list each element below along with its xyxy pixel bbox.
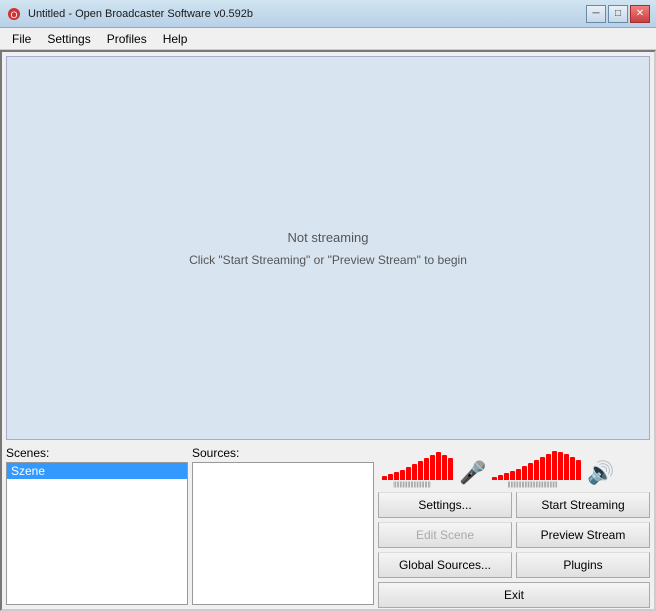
main-window: Not streaming Click "Start Streaming" or… xyxy=(0,50,656,611)
speaker-bars xyxy=(492,448,581,480)
maximize-button[interactable]: □ xyxy=(608,5,628,23)
menu-settings[interactable]: Settings xyxy=(39,28,98,49)
mic-meter: |||||||||||||||||||||||| xyxy=(382,448,453,488)
speaker-icon: 🔊 xyxy=(587,460,614,486)
menu-file[interactable]: File xyxy=(4,28,39,49)
exit-row: Exit xyxy=(378,582,650,608)
close-button[interactable]: ✕ xyxy=(630,5,650,23)
bottom-section: Scenes: Szene Sources: |||||||||||||||||… xyxy=(2,444,654,609)
menu-profiles[interactable]: Profiles xyxy=(99,28,155,49)
exit-button[interactable]: Exit xyxy=(378,582,650,608)
window-controls: ─ □ ✕ xyxy=(586,5,650,23)
scene-item-szene[interactable]: Szene xyxy=(7,463,187,479)
svg-text:O: O xyxy=(10,10,17,20)
scenes-panel: Scenes: Szene xyxy=(6,446,188,605)
menu-bar: File Settings Profiles Help xyxy=(0,28,656,50)
speaker-meter: |||||||||||||||||||||||||||||||| xyxy=(492,448,581,488)
title-bar: O Untitled - Open Broadcaster Software v… xyxy=(0,0,656,28)
mic-bars xyxy=(382,448,453,480)
preview-stream-button[interactable]: Preview Stream xyxy=(516,522,650,548)
streaming-hint: Click "Start Streaming" or "Preview Stre… xyxy=(189,253,467,267)
buttons-row-2: Edit Scene Preview Stream xyxy=(378,522,650,548)
preview-area: Not streaming Click "Start Streaming" or… xyxy=(6,56,650,440)
sources-label: Sources: xyxy=(192,446,374,460)
scenes-listbox[interactable]: Szene xyxy=(6,462,188,605)
start-streaming-button[interactable]: Start Streaming xyxy=(516,492,650,518)
edit-scene-button[interactable]: Edit Scene xyxy=(378,522,512,548)
buttons-section: Settings... Start Streaming Edit Scene P… xyxy=(378,490,650,608)
menu-help[interactable]: Help xyxy=(155,28,196,49)
buttons-row-1: Settings... Start Streaming xyxy=(378,492,650,518)
window-title: Untitled - Open Broadcaster Software v0.… xyxy=(28,8,253,20)
sources-panel: Sources: xyxy=(192,446,374,605)
right-panel: |||||||||||||||||||||||| 🎤 |||||||||||||… xyxy=(378,446,650,605)
settings-button[interactable]: Settings... xyxy=(378,492,512,518)
plugins-button[interactable]: Plugins xyxy=(516,552,650,578)
buttons-row-3: Global Sources... Plugins xyxy=(378,552,650,578)
global-sources-button[interactable]: Global Sources... xyxy=(378,552,512,578)
not-streaming-label: Not streaming xyxy=(288,230,369,245)
audio-meters: |||||||||||||||||||||||| 🎤 |||||||||||||… xyxy=(378,446,650,488)
mic-icon: 🎤 xyxy=(459,460,486,486)
sources-listbox[interactable] xyxy=(192,462,374,605)
app-icon: O xyxy=(6,6,22,22)
minimize-button[interactable]: ─ xyxy=(586,5,606,23)
scenes-label: Scenes: xyxy=(6,446,188,460)
